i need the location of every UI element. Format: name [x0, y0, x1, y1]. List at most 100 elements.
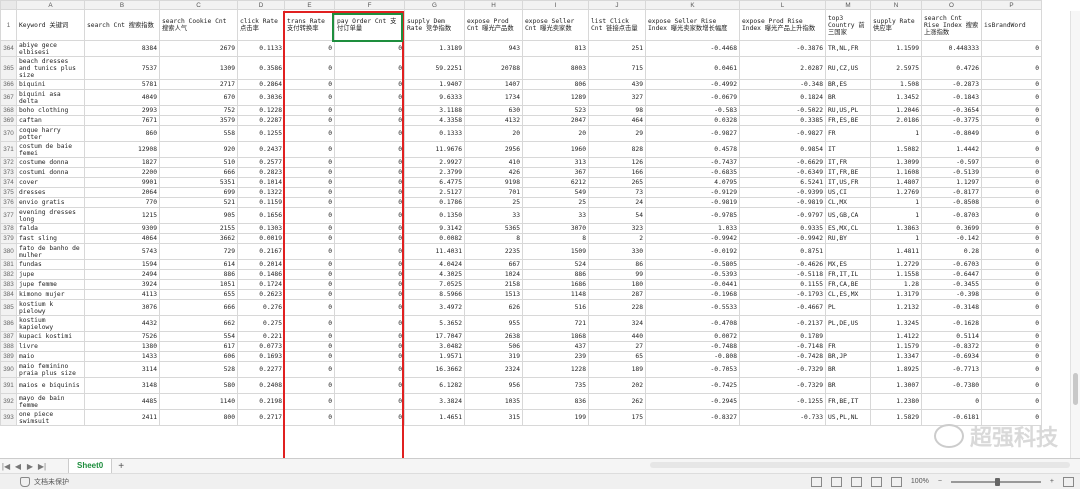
- data-cell[interactable]: 3.0482: [404, 341, 465, 352]
- data-cell[interactable]: 2411: [84, 409, 160, 426]
- data-cell[interactable]: 24: [588, 197, 646, 208]
- data-cell[interactable]: 7526: [84, 331, 160, 342]
- data-cell[interactable]: 1.1579: [870, 341, 922, 352]
- data-cell[interactable]: 0.1159: [237, 197, 285, 208]
- data-cell[interactable]: 813: [522, 40, 589, 57]
- data-cell[interactable]: 319: [464, 351, 523, 362]
- data-cell[interactable]: 1509: [522, 243, 589, 260]
- data-cell[interactable]: 1.3099: [870, 157, 922, 168]
- data-cell[interactable]: -0.9129: [645, 187, 740, 198]
- normal-view-icon[interactable]: [830, 476, 842, 487]
- data-cell[interactable]: -0.1793: [739, 289, 826, 300]
- data-cell[interactable]: 0: [981, 115, 1042, 126]
- row-number[interactable]: 1: [0, 9, 17, 41]
- data-cell[interactable]: 315: [464, 409, 523, 426]
- data-cell[interactable]: US,GB,CA: [825, 207, 871, 224]
- data-cell[interactable]: -0.4468: [645, 40, 740, 57]
- data-cell[interactable]: 11.9676: [404, 141, 465, 158]
- data-cell[interactable]: 1.8925: [870, 361, 922, 378]
- data-cell[interactable]: -0.1843: [921, 89, 982, 106]
- data-cell[interactable]: 701: [464, 187, 523, 198]
- data-cell[interactable]: biquini asa delta: [16, 89, 85, 106]
- data-cell[interactable]: -0.9819: [645, 197, 740, 208]
- data-cell[interactable]: 0.1786: [404, 197, 465, 208]
- data-cell[interactable]: FR,IT,IL: [825, 269, 871, 280]
- data-cell[interactable]: -0.1968: [645, 289, 740, 300]
- data-cell[interactable]: 905: [159, 207, 238, 224]
- data-cell[interactable]: -0.733: [739, 409, 826, 426]
- data-cell[interactable]: 667: [464, 259, 523, 270]
- data-cell[interactable]: 0: [284, 279, 335, 290]
- data-cell[interactable]: -0.597: [921, 157, 982, 168]
- data-cell[interactable]: 0: [284, 167, 335, 178]
- data-cell[interactable]: 7537: [84, 56, 160, 80]
- data-cell[interactable]: 0.3385: [739, 115, 826, 126]
- data-cell[interactable]: 0.4726: [921, 56, 982, 80]
- data-cell[interactable]: -0.9399: [739, 187, 826, 198]
- data-cell[interactable]: 0: [284, 105, 335, 116]
- data-cell[interactable]: -0.8049: [921, 125, 982, 142]
- data-cell[interactable]: FR: [825, 125, 871, 142]
- data-cell[interactable]: RU,CZ,US: [825, 56, 871, 80]
- data-cell[interactable]: 506: [464, 341, 523, 352]
- data-cell[interactable]: 0: [981, 197, 1042, 208]
- row-number[interactable]: 371: [0, 141, 17, 158]
- column-header[interactable]: L: [739, 0, 826, 10]
- data-cell[interactable]: 0: [334, 40, 405, 57]
- data-cell[interactable]: TR,NL,FR: [825, 40, 871, 57]
- data-cell[interactable]: 0: [981, 269, 1042, 280]
- data-cell[interactable]: 1827: [84, 157, 160, 168]
- data-cell[interactable]: 3114: [84, 361, 160, 378]
- data-cell[interactable]: CL,MX: [825, 197, 871, 208]
- data-cell[interactable]: 0.1255: [237, 125, 285, 142]
- data-cell[interactable]: 0: [981, 289, 1042, 300]
- row-number[interactable]: 365: [0, 56, 17, 80]
- data-cell[interactable]: 6212: [522, 177, 589, 188]
- data-cell[interactable]: 1.1608: [870, 167, 922, 178]
- data-cell[interactable]: -0.6629: [739, 157, 826, 168]
- data-cell[interactable]: -0.5139: [921, 167, 982, 178]
- data-cell[interactable]: IT: [825, 141, 871, 158]
- data-cell[interactable]: 0: [284, 409, 335, 426]
- data-cell[interactable]: evening dresses long: [16, 207, 85, 224]
- row-number[interactable]: 390: [0, 361, 17, 378]
- data-cell[interactable]: -0.8327: [645, 409, 740, 426]
- data-cell[interactable]: 1.4122: [870, 331, 922, 342]
- data-cell[interactable]: 0: [334, 115, 405, 126]
- data-cell[interactable]: 0: [284, 289, 335, 300]
- row-number[interactable]: 378: [0, 223, 17, 234]
- data-cell[interactable]: 202: [588, 377, 646, 394]
- data-cell[interactable]: IT,FR,BE: [825, 167, 871, 178]
- data-cell[interactable]: 330: [588, 243, 646, 260]
- data-cell[interactable]: -0.9942: [739, 233, 826, 244]
- column-header[interactable]: B: [84, 0, 160, 10]
- data-cell[interactable]: 630: [464, 105, 523, 116]
- data-cell[interactable]: 715: [588, 56, 646, 80]
- prev-sheet-icon[interactable]: ◀: [12, 462, 24, 471]
- data-cell[interactable]: 0.1322: [237, 187, 285, 198]
- data-cell[interactable]: 0: [981, 187, 1042, 198]
- horizontal-scrollbar[interactable]: [650, 462, 1070, 468]
- data-cell[interactable]: -0.7488: [645, 341, 740, 352]
- column-header[interactable]: M: [825, 0, 871, 10]
- data-cell[interactable]: 9.6333: [404, 89, 465, 106]
- data-cell[interactable]: 189: [588, 361, 646, 378]
- first-sheet-icon[interactable]: |◀: [0, 462, 12, 471]
- data-cell[interactable]: 735: [522, 377, 589, 394]
- column-header[interactable]: I: [522, 0, 589, 10]
- data-cell[interactable]: 0.2014: [237, 259, 285, 270]
- zoom-in-icon[interactable]: +: [1050, 478, 1054, 485]
- data-cell[interactable]: falda: [16, 223, 85, 234]
- data-cell[interactable]: 0: [981, 40, 1042, 57]
- data-cell[interactable]: -0.4708: [645, 315, 740, 332]
- data-cell[interactable]: 9198: [464, 177, 523, 188]
- data-cell[interactable]: 0.8751: [739, 243, 826, 260]
- data-cell[interactable]: 617: [159, 341, 238, 352]
- data-cell[interactable]: 437: [522, 341, 589, 352]
- data-cell[interactable]: -0.3654: [921, 105, 982, 116]
- data-cell[interactable]: 0: [284, 243, 335, 260]
- data-cell[interactable]: 0: [334, 351, 405, 362]
- data-cell[interactable]: -0.9827: [645, 125, 740, 142]
- data-cell[interactable]: 0: [334, 157, 405, 168]
- data-cell[interactable]: 1.2380: [870, 393, 922, 410]
